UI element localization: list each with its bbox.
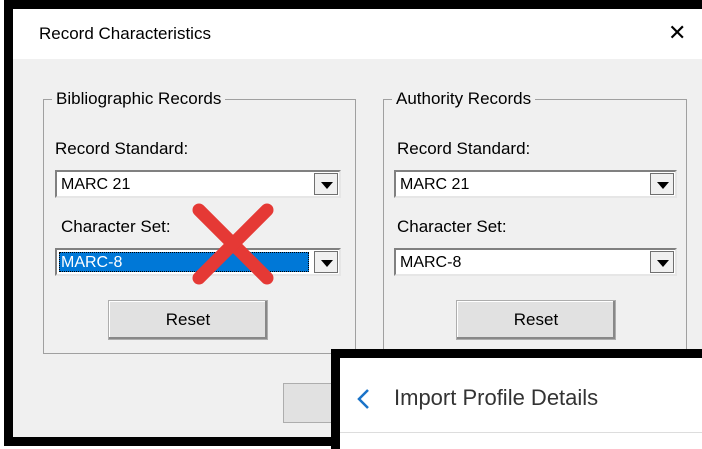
import-profile-details-panel: Import Profile Details bbox=[331, 349, 702, 449]
auth-record-standard-label: Record Standard: bbox=[397, 139, 531, 158]
bib-record-standard-value: MARC 21 bbox=[61, 176, 131, 193]
bib-reset-button[interactable]: Reset bbox=[108, 300, 268, 340]
dialog-title: Record Characteristics bbox=[39, 24, 211, 43]
chevron-left-icon[interactable] bbox=[356, 388, 372, 410]
chevron-down-icon[interactable] bbox=[650, 251, 674, 273]
bibliographic-legend: Bibliographic Records bbox=[52, 89, 226, 109]
bib-record-standard-label: Record Standard: bbox=[55, 139, 189, 158]
auth-record-standard-select[interactable]: MARC 21 bbox=[394, 170, 677, 198]
auth-record-standard-value: MARC 21 bbox=[400, 176, 470, 193]
panel-title: Import Profile Details bbox=[394, 385, 599, 410]
title-bar: Record Characteristics ✕ bbox=[13, 9, 702, 59]
bib-record-standard-select[interactable]: MARC 21 bbox=[55, 170, 341, 198]
chevron-down-icon[interactable] bbox=[314, 251, 338, 273]
divider bbox=[340, 432, 702, 433]
authority-legend: Authority Records bbox=[392, 89, 536, 109]
chevron-down-icon[interactable] bbox=[650, 173, 674, 195]
red-x-mark-icon bbox=[192, 203, 274, 285]
close-icon[interactable]: ✕ bbox=[668, 22, 686, 44]
auth-reset-button[interactable]: Reset bbox=[456, 300, 616, 340]
auth-character-set-label: Character Set: bbox=[397, 217, 507, 236]
bib-character-set-value: MARC-8 bbox=[61, 254, 123, 271]
bib-character-set-label: Character Set: bbox=[61, 217, 171, 236]
chevron-down-icon[interactable] bbox=[314, 173, 338, 195]
auth-character-set-value: MARC-8 bbox=[400, 254, 462, 271]
auth-character-set-select[interactable]: MARC-8 bbox=[394, 248, 677, 276]
